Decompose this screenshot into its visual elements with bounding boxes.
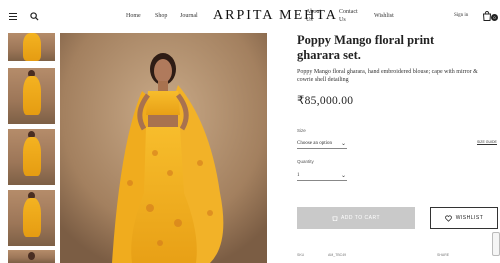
quantity-select[interactable]: 1 ⌄ [297, 172, 347, 181]
site-header: Home Shop Journal ARPITA MEHTA About Us … [0, 0, 500, 33]
size-select[interactable]: Choose an option ⌄ [297, 140, 347, 149]
quantity-select-value: 1 [297, 173, 300, 178]
product-thumbnail[interactable] [8, 68, 55, 124]
cart-count-badge: 0 [491, 14, 498, 21]
chevron-down-icon: ⌄ [340, 141, 346, 147]
size-select-value: Choose an option [297, 141, 332, 146]
nav-journal[interactable]: Journal [180, 12, 198, 20]
product-thumbnail[interactable] [8, 129, 55, 185]
main-product-image[interactable] [60, 33, 267, 263]
add-to-cart-label: ADD TO CART [340, 215, 381, 221]
heart-icon [444, 215, 452, 222]
sku-value: AM_TBC49 [328, 253, 347, 257]
wishlist-label: WISHLIST [455, 215, 484, 221]
nav-about-us[interactable]: About Us [306, 8, 322, 24]
bag-icon [332, 216, 338, 221]
size-label: Size [297, 128, 306, 133]
product-thumbnail[interactable] [8, 190, 55, 246]
quantity-label: Quantity [297, 159, 314, 164]
add-to-cart-button[interactable]: ADD TO CART [297, 207, 415, 229]
size-guide-link[interactable]: SIZE GUIDE [477, 140, 497, 145]
nav-wishlist[interactable]: Wishlist [374, 12, 394, 20]
sku-label: SKU [297, 253, 305, 257]
nav-shop[interactable]: Shop [155, 12, 167, 20]
wishlist-button[interactable]: WISHLIST [430, 207, 498, 229]
share-link[interactable]: SHARE [437, 253, 449, 257]
search-icon[interactable] [30, 12, 39, 21]
sign-in-link[interactable]: Sign in [454, 13, 468, 18]
nav-contact-us[interactable]: Contact Us [339, 8, 359, 24]
chevron-down-icon: ⌄ [340, 173, 346, 179]
side-widget[interactable] [492, 232, 500, 256]
model-in-gharara-image [60, 33, 267, 263]
product-thumbnail[interactable] [8, 33, 55, 61]
hamburger-menu-icon[interactable] [9, 13, 17, 20]
product-thumbnail[interactable] [8, 250, 55, 263]
product-description: Poppy Mango floral gharara, hand embroid… [297, 69, 478, 83]
product-price: ₹85,000.00 [297, 95, 354, 107]
nav-home[interactable]: Home [126, 12, 141, 20]
product-title: Poppy Mango floral print gharara set. [297, 33, 435, 62]
